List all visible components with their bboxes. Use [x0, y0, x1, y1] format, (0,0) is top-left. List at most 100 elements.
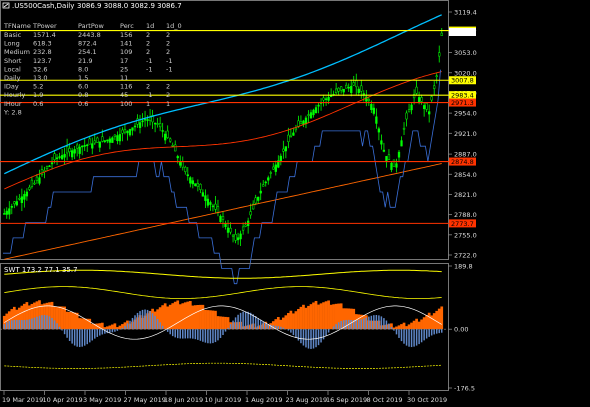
- candle-body: [138, 122, 142, 128]
- indicator-title: SWT 173.2 77.1 35.7: [4, 266, 78, 274]
- price-label: 2722.0: [454, 252, 477, 260]
- candle-body: [347, 86, 350, 89]
- price-label: 2921.0: [454, 130, 477, 138]
- candle-body: [370, 104, 373, 111]
- table-cell: 2: [166, 31, 170, 39]
- candle-body: [106, 139, 109, 142]
- candle-body: [28, 186, 31, 190]
- candle-body: [158, 123, 162, 128]
- candle-body: [103, 140, 106, 142]
- candle-body: [63, 153, 66, 158]
- table-cell: 2: [146, 31, 150, 39]
- candle-body: [352, 82, 355, 86]
- candle-body: [420, 97, 423, 102]
- candle-body: [196, 183, 200, 187]
- candle-body: [201, 192, 205, 197]
- candle-body: [405, 112, 408, 120]
- table-cell: Short: [4, 57, 22, 65]
- candle-body: [83, 145, 86, 147]
- candle-body: [259, 190, 262, 194]
- candle-body: [131, 127, 134, 131]
- candle-body: [118, 134, 122, 142]
- candle-body: [189, 177, 192, 184]
- candle-body: [211, 205, 215, 208]
- table-cell: 21.9: [78, 57, 92, 65]
- candle-body: [226, 227, 230, 233]
- table-cell: -1: [146, 65, 152, 73]
- candle-body: [360, 85, 363, 92]
- candle-body: [25, 191, 29, 197]
- candle-body: [33, 182, 36, 185]
- table-cell: 116: [120, 83, 132, 91]
- candle-body: [241, 226, 245, 231]
- candle-body: [234, 233, 237, 241]
- candle-body: [174, 144, 177, 152]
- table-cell: 254.1: [78, 48, 97, 56]
- table-cell: 5.2: [33, 83, 43, 91]
- time-label: 3 May 2019: [83, 396, 121, 404]
- table-cell: -1: [166, 57, 172, 65]
- candle-body: [307, 114, 310, 116]
- ohlc-readout: 3086.9 3088.0 3082.9 3086.7: [77, 2, 182, 10]
- candle-body: [78, 146, 81, 154]
- candle-body: [101, 136, 104, 142]
- time-label: 8 Oct 2019: [367, 396, 403, 404]
- candle-body: [126, 130, 129, 134]
- candle-body: [73, 149, 76, 154]
- candle-body: [199, 183, 202, 190]
- candle-body: [18, 198, 21, 200]
- candle-body: [13, 201, 16, 205]
- table-cell: 8.0: [78, 65, 88, 73]
- candle-body: [282, 148, 285, 152]
- candle-body: [249, 211, 252, 216]
- candle-body: [3, 213, 6, 215]
- table-cell: 1: [166, 100, 170, 108]
- candle-body: [113, 134, 117, 137]
- candle-body: [121, 129, 124, 134]
- candle-body: [204, 195, 207, 201]
- candle-body: [60, 155, 64, 160]
- candle-body: [219, 215, 222, 222]
- candle-body: [324, 98, 328, 100]
- candle-body: [269, 172, 272, 174]
- table-cell: Hourly: [4, 91, 25, 99]
- candle-body: [342, 88, 345, 93]
- candle-body: [161, 130, 164, 132]
- table-header: TFName: [3, 22, 31, 30]
- table-cell: -1: [166, 65, 172, 73]
- candle-body: [425, 103, 428, 110]
- candle-body: [322, 97, 325, 101]
- candle-body: [402, 127, 406, 130]
- price-chart-window[interactable]: .US500Cash,Daily 3086.9 3088.0 3082.9 30…: [0, 0, 590, 407]
- candle-body: [355, 80, 358, 88]
- candle-body: [292, 132, 295, 136]
- time-label: 19 Mar 2019: [2, 396, 43, 404]
- candle-body: [128, 129, 132, 136]
- table-cell: 1.9: [33, 91, 43, 99]
- table-cell: 1.5: [78, 74, 88, 82]
- time-label: 30 Oct 2019: [407, 396, 447, 404]
- candle-body: [45, 166, 49, 170]
- candle-body: [81, 145, 84, 148]
- table-cell: 25: [120, 65, 128, 73]
- candle-body: [65, 146, 69, 154]
- candle-body: [194, 183, 197, 187]
- candle-body: [438, 52, 441, 57]
- candle-body: [390, 162, 393, 170]
- candle-body: [428, 111, 431, 115]
- table-header: PartPow: [78, 22, 104, 30]
- table-cell: 618.3: [33, 40, 52, 48]
- price-badge-label: 2971.3: [451, 99, 474, 107]
- candle-body: [123, 128, 127, 133]
- table-cell: IDay: [4, 83, 19, 91]
- candle-body: [58, 156, 61, 158]
- candle-body: [345, 84, 348, 89]
- candle-body: [287, 134, 290, 142]
- candle-body: [40, 169, 44, 175]
- candle-body: [350, 85, 353, 93]
- table-cell: 0.6: [33, 100, 43, 108]
- price-label: 2821.0: [454, 191, 477, 199]
- price-badge-label: 2773.7: [451, 220, 474, 228]
- candle-body: [153, 122, 157, 125]
- candle-body: [191, 180, 194, 185]
